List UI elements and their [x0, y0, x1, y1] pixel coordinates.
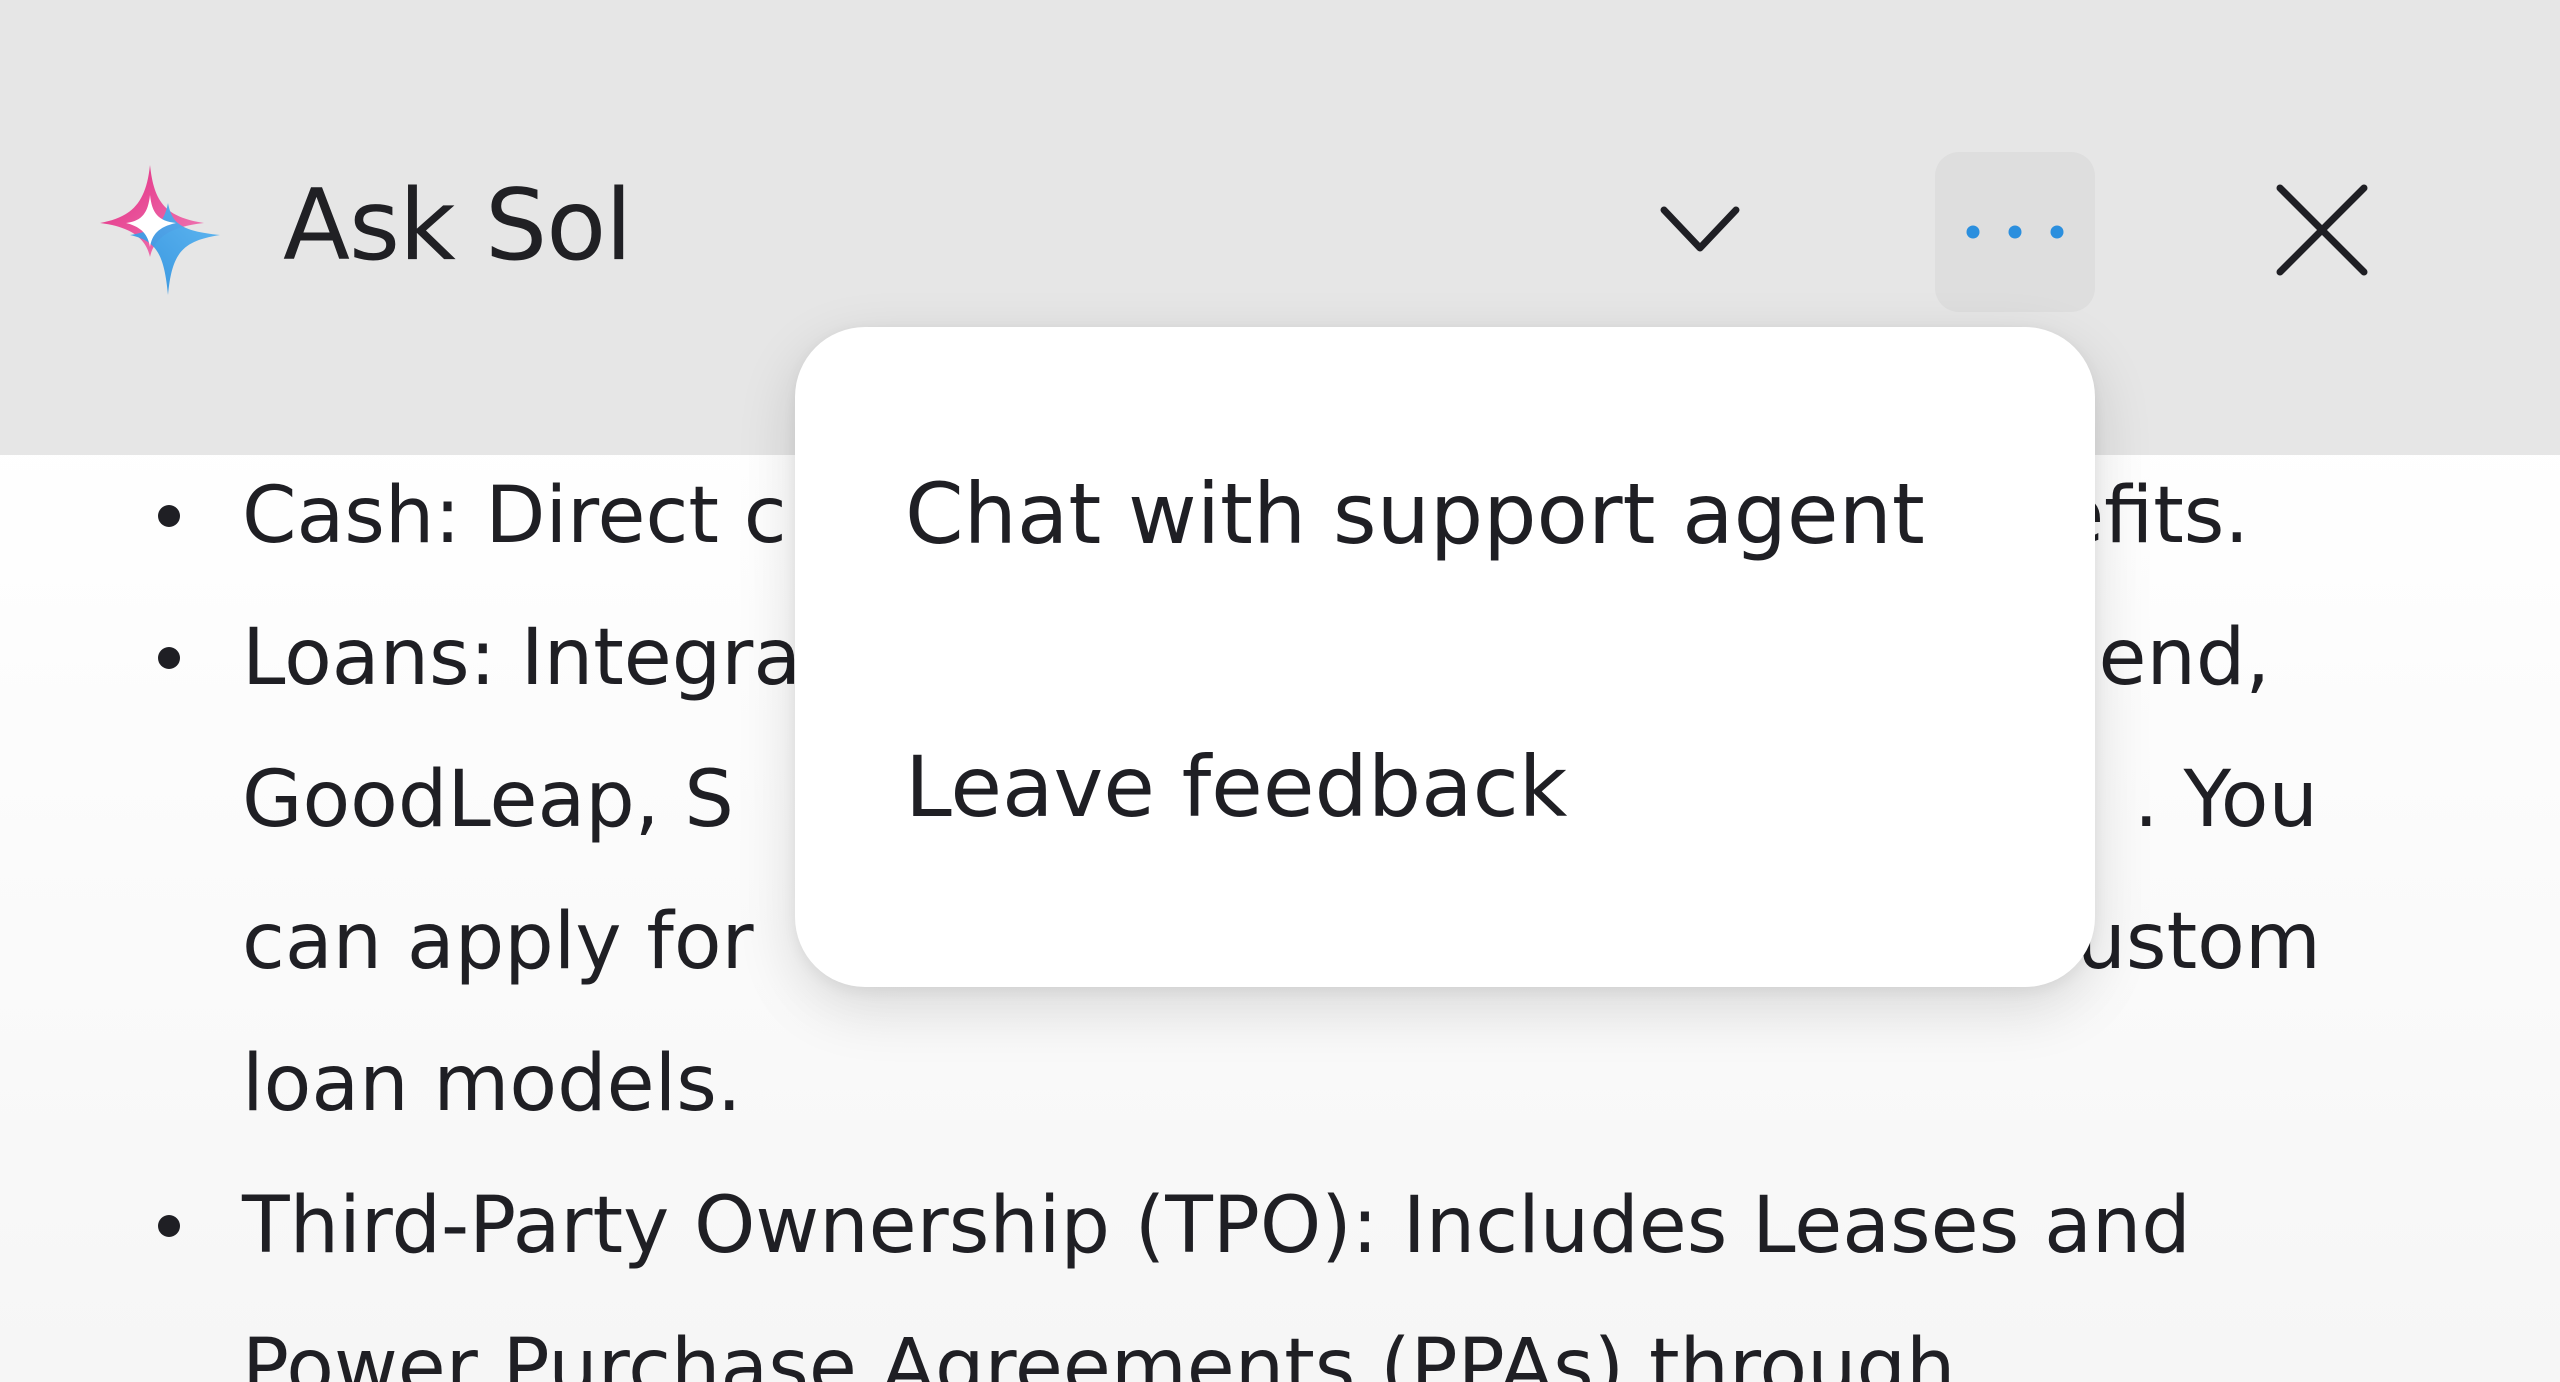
- more-horizontal-icon: [1966, 225, 2064, 239]
- bullet-text: loan models.: [242, 1039, 742, 1129]
- sparkle-logo-icon: [100, 165, 220, 295]
- bullet-text-left: Cash: Direct c: [242, 471, 787, 561]
- bullet-text-right: . You: [2133, 755, 2318, 845]
- ask-sol-panel: Ask Sol Cash: Direct c nefits. Loans: In…: [0, 0, 2560, 1382]
- list-item: Third-Party Ownership (TPO): Includes Le…: [150, 1155, 2450, 1382]
- menu-item-chat-with-support-agent[interactable]: Chat with support agent: [905, 464, 1925, 564]
- panel-title: Ask Sol: [283, 169, 632, 283]
- chevron-down-icon: [1660, 206, 1740, 252]
- bullet-text-left: can apply for: [242, 897, 754, 987]
- more-options-menu: Chat with support agent Leave feedback: [795, 327, 2095, 987]
- close-icon: [2276, 184, 2368, 276]
- more-options-button[interactable]: [1935, 152, 2095, 312]
- menu-item-leave-feedback[interactable]: Leave feedback: [905, 737, 1567, 837]
- bullet-text: Power Purchase Agreements (PPAs) through: [242, 1323, 1956, 1382]
- collapse-button[interactable]: [1640, 175, 1760, 285]
- close-button[interactable]: [2262, 170, 2382, 290]
- bullet-text: Third-Party Ownership (TPO): Includes Le…: [242, 1181, 2191, 1271]
- bullet-text-left: Loans: Integra: [242, 613, 802, 703]
- bullet-text-left: GoodLeap, S: [242, 755, 734, 845]
